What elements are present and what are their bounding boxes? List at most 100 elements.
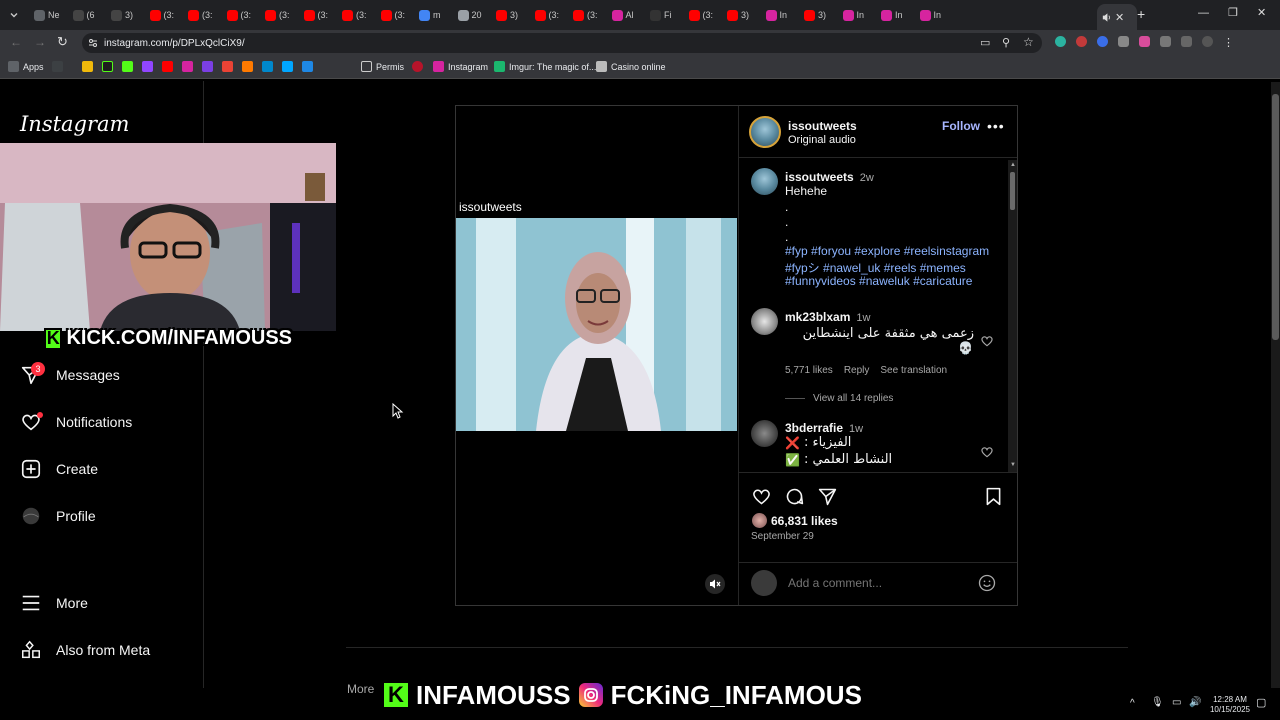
puzzle-icon[interactable] — [1160, 36, 1171, 47]
instagram-icon[interactable] — [182, 61, 193, 72]
video-frame[interactable] — [456, 218, 737, 431]
browser-tab[interactable]: (3: — [569, 6, 607, 24]
address-bar[interactable]: instagram.com/p/DPLxQclCiX9/ ▭ ⚲ ☆ — [82, 33, 1042, 53]
browser-tab[interactable]: 20 — [454, 6, 492, 24]
caption-username[interactable]: issoutweets — [785, 170, 854, 184]
browser-tab[interactable]: In — [839, 6, 877, 24]
tray-date[interactable]: 10/15/2025 — [1208, 705, 1252, 714]
save-bookmark-icon[interactable] — [983, 486, 1004, 507]
comment-bubble-icon[interactable] — [784, 486, 805, 507]
extension-icon[interactable] — [1118, 36, 1129, 47]
notification-center-icon[interactable]: ▢ — [1256, 696, 1266, 709]
browser-tab[interactable]: 3) — [107, 6, 145, 24]
youtube-icon[interactable] — [162, 61, 173, 72]
browser-tab[interactable]: (3: — [184, 6, 222, 24]
browser-tab[interactable]: (3: — [300, 6, 338, 24]
browser-tab[interactable]: Fi — [646, 6, 684, 24]
forward-button[interactable]: → — [34, 35, 46, 49]
liker-avatar[interactable] — [752, 513, 767, 528]
comment-username[interactable]: 3bderrafie — [785, 421, 843, 435]
extension-icon[interactable] — [1097, 36, 1108, 47]
share-send-icon[interactable] — [817, 486, 838, 507]
tab-close-icon[interactable]: ✕ — [1115, 11, 1124, 24]
comment-avatar[interactable] — [751, 420, 778, 447]
extension-icon[interactable] — [302, 61, 313, 72]
scroll-down-arrow-icon[interactable]: ▼ — [1010, 462, 1016, 468]
browser-tab[interactable]: In — [916, 6, 954, 24]
tray-time[interactable]: 12:28 AM — [1210, 695, 1250, 704]
caption-avatar[interactable] — [751, 168, 778, 195]
browser-tab[interactable]: 3) — [800, 6, 838, 24]
comment-username[interactable]: mk23blxam — [785, 310, 850, 324]
browser-tab[interactable]: In — [877, 6, 915, 24]
bookmark-apps[interactable]: Apps — [8, 61, 44, 72]
volume-icon[interactable]: 🔊 — [1189, 697, 1201, 708]
browser-tab[interactable]: (6 — [69, 6, 107, 24]
browser-tab[interactable]: (3: — [223, 6, 261, 24]
media-control-icon[interactable] — [1181, 36, 1192, 47]
tab-search-button[interactable] — [4, 6, 24, 24]
comment-avatar[interactable] — [751, 308, 778, 335]
menu-kebab-icon[interactable]: ⋮ — [1223, 36, 1234, 49]
comments-scroll-thumb[interactable] — [1010, 172, 1015, 210]
extension-icon[interactable] — [202, 61, 213, 72]
reload-button[interactable]: ↻ — [57, 34, 68, 50]
extension-icon[interactable] — [242, 61, 253, 72]
restore-button[interactable]: ❐ — [1228, 6, 1238, 19]
add-comment-input[interactable] — [788, 574, 968, 592]
gmail-icon[interactable] — [222, 61, 233, 72]
bookmark-star-icon[interactable]: ☆ — [1023, 35, 1034, 49]
author-avatar[interactable] — [749, 116, 781, 148]
extension-icon[interactable] — [1139, 36, 1150, 47]
view-replies-button[interactable]: View all 14 replies — [813, 393, 893, 404]
microphone-icon[interactable]: 🎙 — [1151, 697, 1164, 708]
mute-button[interactable] — [705, 574, 725, 594]
browser-tab[interactable]: (3: — [685, 6, 723, 24]
browser-tab[interactable]: m — [415, 6, 453, 24]
browser-tab[interactable]: (3: — [531, 6, 569, 24]
back-button[interactable]: ← — [10, 35, 22, 49]
comments-scrollbar[interactable]: ▲ ▼ — [1008, 160, 1017, 472]
audio-label[interactable]: Original audio — [788, 134, 856, 146]
zoom-icon[interactable]: ⚲ — [1002, 36, 1010, 49]
extension-icon[interactable] — [1055, 36, 1066, 47]
browser-tab[interactable]: Al — [608, 6, 646, 24]
more-options-icon[interactable]: ••• — [987, 118, 1005, 134]
browser-tab[interactable]: 3) — [723, 6, 761, 24]
extension-icon[interactable] — [1076, 36, 1087, 47]
nav-more[interactable]: More — [20, 592, 88, 614]
paypal-icon[interactable] — [282, 61, 293, 72]
tab-active-instagram[interactable]: ✕ — [1097, 4, 1137, 30]
nav-profile[interactable]: Profile — [20, 505, 96, 527]
minimize-button[interactable]: — — [1198, 7, 1209, 19]
twitch-icon[interactable] — [142, 61, 153, 72]
browser-tab[interactable]: 3) — [492, 6, 530, 24]
see-translation-button[interactable]: See translation — [880, 365, 947, 376]
browser-tab[interactable]: (3: — [261, 6, 299, 24]
bookmark-permis[interactable]: Permis — [361, 61, 404, 72]
caption-hashtags[interactable]: #fyp #foryou #explore #reelsinstagram — [785, 244, 989, 258]
tray-expand-icon[interactable]: ^ — [1130, 698, 1135, 709]
author-username[interactable]: issoutweets — [788, 119, 857, 133]
emoji-picker-icon[interactable] — [977, 573, 997, 593]
likes-count[interactable]: 66,831 likes — [771, 514, 838, 528]
comment-like-heart-icon[interactable] — [980, 334, 994, 348]
caption-hashtags[interactable]: #funnyvideos #naweluk #caricature — [785, 274, 972, 288]
browser-tab[interactable]: Ne — [30, 6, 68, 24]
binance-icon[interactable] — [82, 61, 93, 72]
comment-like-heart-icon[interactable] — [980, 445, 994, 459]
cast-icon[interactable]: ▭ — [980, 36, 990, 49]
browser-tab[interactable]: In — [762, 6, 800, 24]
bookmark-red[interactable] — [412, 61, 423, 72]
bookmark-instagram[interactable]: Instagram — [433, 61, 488, 72]
network-icon[interactable]: ▭ — [1172, 697, 1181, 708]
profile-avatar[interactable] — [1202, 36, 1213, 47]
nav-create[interactable]: Create — [20, 458, 98, 480]
page-scroll-thumb[interactable] — [1272, 94, 1279, 340]
browser-tab[interactable]: (3: — [377, 6, 415, 24]
telegram-icon[interactable] — [262, 61, 273, 72]
grid-icon[interactable] — [52, 61, 63, 72]
comment-reply-button[interactable]: Reply — [844, 365, 870, 376]
kick-icon[interactable] — [102, 61, 113, 72]
bookmark-imgur[interactable]: Imgur: The magic of... — [494, 61, 596, 72]
